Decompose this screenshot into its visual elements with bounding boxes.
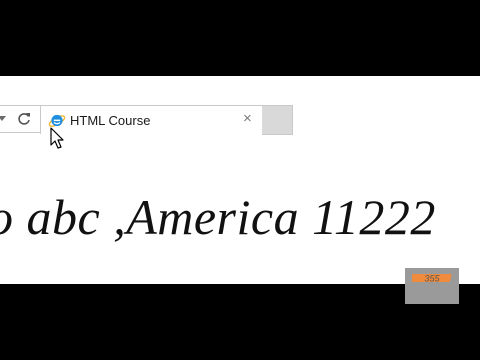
chevron-down-icon[interactable] [0, 116, 6, 121]
refresh-icon[interactable] [16, 111, 32, 127]
new-tab-button[interactable] [262, 105, 293, 135]
tab-close-button[interactable]: × [243, 110, 252, 128]
address-bar-end [0, 105, 43, 133]
watermark-text: 355 [424, 274, 440, 284]
tab-title: HTML Course [70, 113, 151, 128]
browser-viewport: HTML Course × o abc ,America 11222 [0, 76, 480, 284]
mouse-cursor-icon [50, 127, 64, 149]
page-headline: o abc ,America 11222 [0, 189, 436, 245]
watermark-logo: 355 [405, 268, 459, 304]
watermark-logo-icon: 355 [412, 274, 452, 284]
tab-html-course[interactable]: HTML Course × [40, 105, 264, 134]
